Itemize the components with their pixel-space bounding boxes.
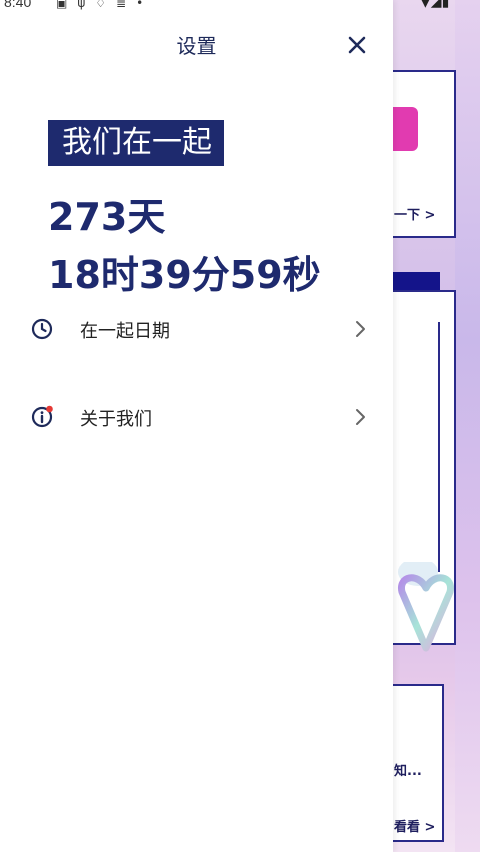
menu-item-label: 关于我们 — [80, 409, 152, 430]
status-icons-left: ▣ψ♢≣• — [56, 0, 153, 10]
bell-icon: ♢ — [95, 0, 117, 10]
clock-icon — [31, 318, 53, 340]
background-button-text[interactable]: 一下 > — [394, 204, 435, 223]
menu-item-label: 在一起日期 — [80, 321, 170, 342]
screen: 一下 > 知... 看看 > 8:40 ▣ψ♢≣• ▼◢▮ 设置 我们在一起 2… — [0, 0, 480, 852]
menu-item-together-date[interactable]: 在一起日期 — [0, 307, 393, 351]
notification-icon: ▣ — [56, 0, 78, 10]
usb-icon: ψ — [77, 0, 96, 10]
status-time: 8:40 — [4, 0, 32, 10]
close-icon[interactable] — [342, 30, 372, 60]
status-bar: 8:40 ▣ψ♢≣• ▼◢▮ — [0, 0, 480, 14]
background-divider — [392, 322, 440, 572]
notification-dot — [46, 405, 53, 413]
time-elapsed: 18时39分59秒 — [48, 253, 321, 297]
dot-icon: • — [136, 0, 154, 10]
close-button[interactable] — [342, 30, 372, 60]
settings-drawer: 设置 我们在一起 273天 18时39分59秒 在一起日期 关于我们 — [0, 0, 393, 852]
drawer-title: 设置 — [176, 34, 217, 58]
heart-icon — [396, 558, 456, 657]
signal-icon: ◢ — [430, 0, 442, 10]
menu-item-about-us[interactable]: 关于我们 — [0, 395, 393, 439]
clipboard-icon: ≣ — [116, 0, 137, 10]
wifi-icon: ▼ — [420, 0, 431, 10]
chevron-right-icon — [356, 321, 365, 337]
info-icon — [31, 405, 53, 428]
chevron-right-icon — [356, 409, 365, 425]
background-gradient — [455, 0, 480, 852]
background-card-text: 知... — [394, 764, 422, 779]
days-count: 273天 — [48, 195, 166, 239]
background-link-text[interactable]: 看看 > — [394, 816, 435, 835]
battery-icon: ▮ — [441, 0, 450, 10]
together-badge: 我们在一起 — [48, 120, 224, 166]
status-icons-right: ▼◢▮ — [420, 0, 449, 10]
background-pink-button[interactable] — [392, 107, 418, 151]
